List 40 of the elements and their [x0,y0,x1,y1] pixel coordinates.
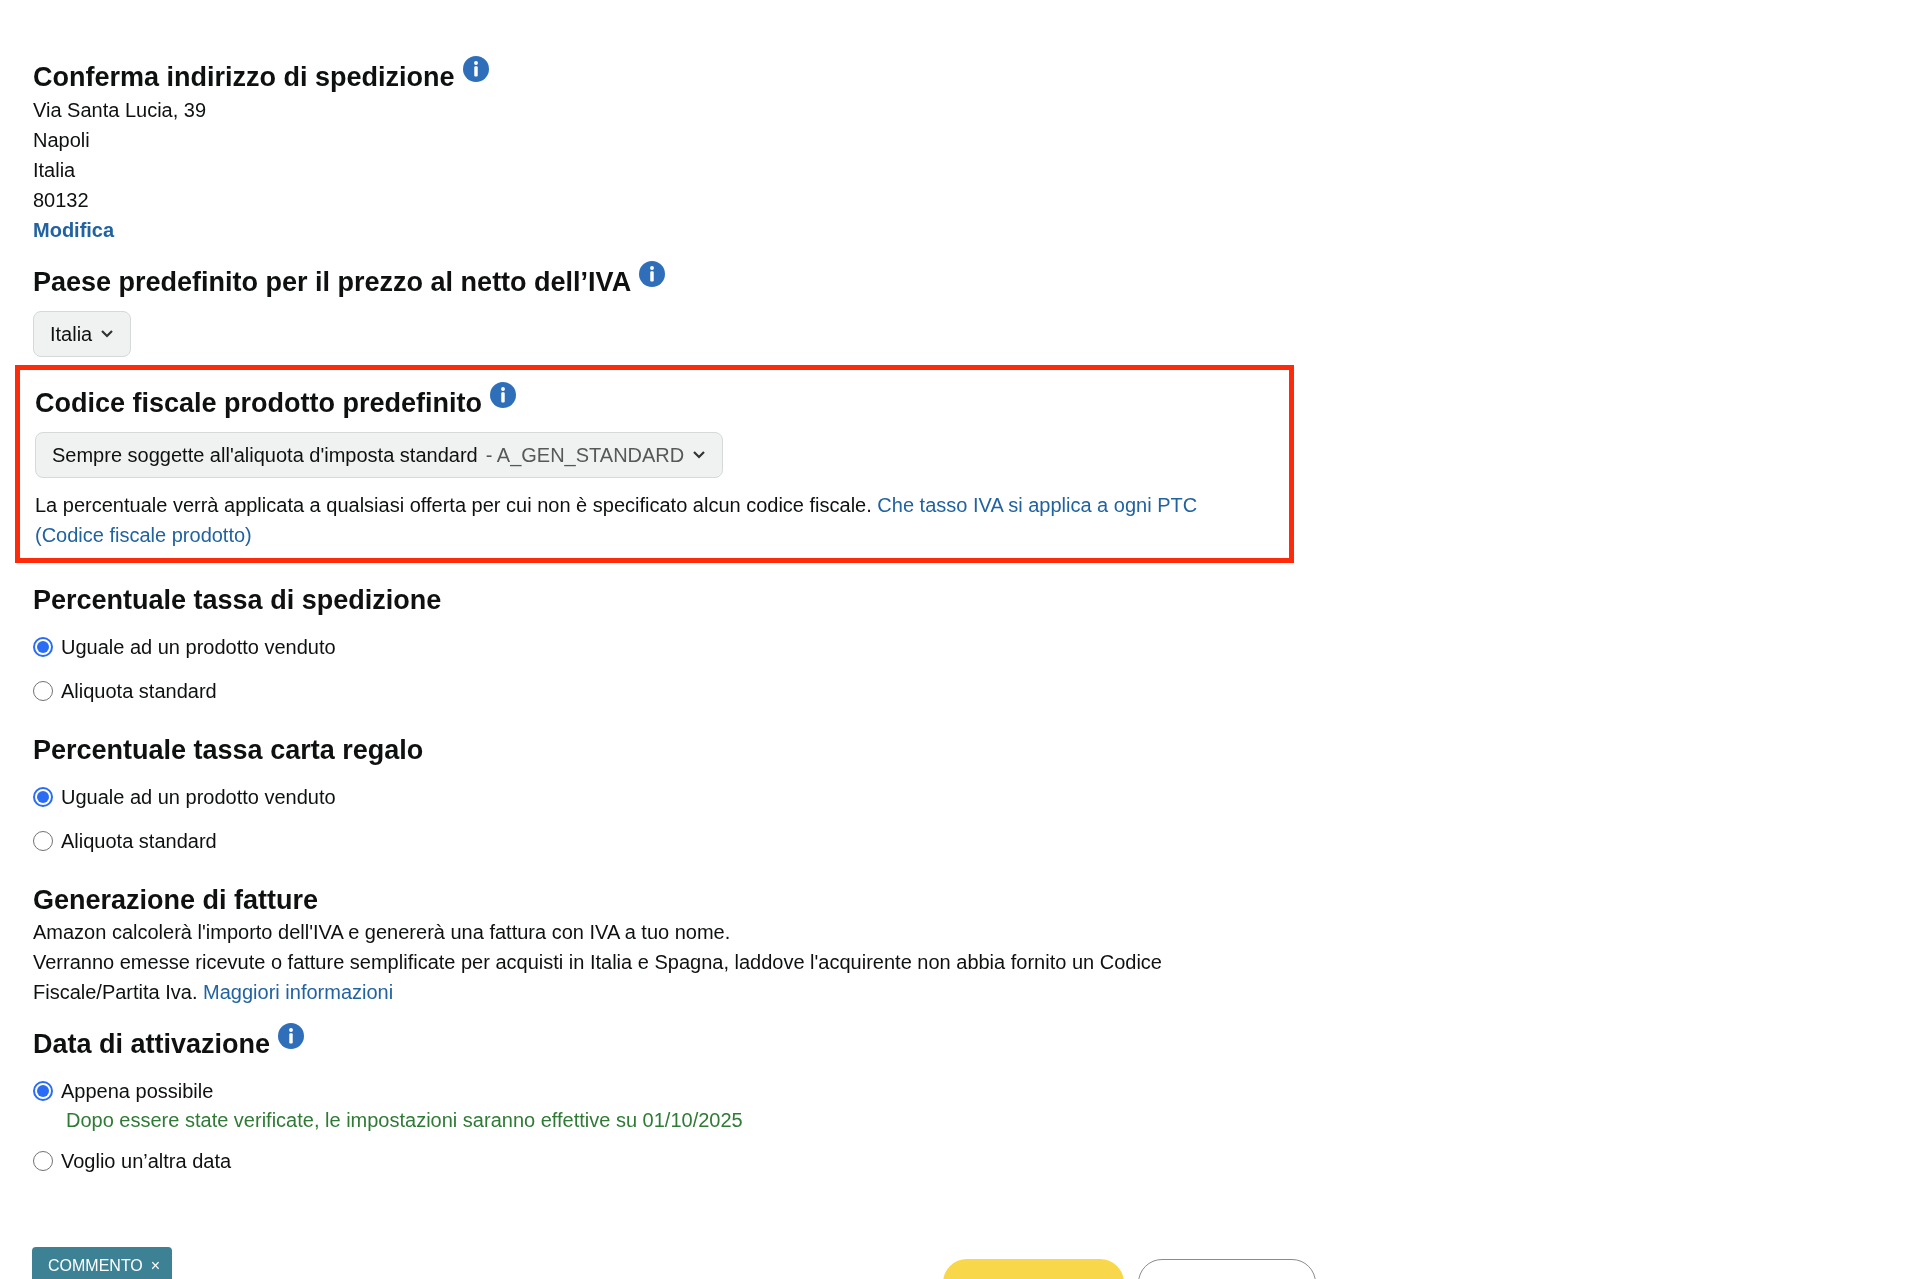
radio-label: Aliquota standard [61,679,217,704]
section-heading: Percentuale tassa di spedizione [33,584,442,617]
info-icon[interactable] [639,261,666,287]
edit-link[interactable]: Modifica [33,215,115,245]
radio-label: Uguale ad un prodotto venduto [61,635,336,660]
radio-label: Appena possibile [61,1079,214,1104]
address-line: Napoli [33,128,91,153]
radio-button[interactable] [33,1081,53,1101]
info-icon[interactable] [278,1023,305,1049]
help-link[interactable]: Che tasso IVA si applica a ogni PTC [877,494,1198,516]
radio-button[interactable] [33,681,53,701]
section-heading: Paese predefinito per il prezzo al netto dell’IVA [33,266,632,299]
section-heading: Percentuale tassa carta regalo [33,734,424,767]
body-text: Amazon calcolerà l'importo dell'IVA e genererà una fattura con IVA a tuo nome. [33,920,732,945]
help-link[interactable]: (Codice fiscale prodotto) [35,524,252,546]
comment-tag[interactable]: COMMENTO × [32,1247,172,1279]
radio-button[interactable] [33,1151,53,1171]
radio-button[interactable] [33,831,53,851]
more-info-link[interactable]: Maggiori informazioni [203,981,394,1003]
dropdown[interactable]: Sempre soggette all'aliquota d'imposta standard - A_GEN_STANDARD [35,432,724,478]
section-heading: Generazione di fatture [33,884,319,917]
address-line: Via Santa Lucia, 39 [33,98,208,123]
address-line: 80132 [33,188,90,213]
section-heading: Codice fiscale prodotto predefinito [35,387,483,420]
radio-label: Aliquota standard [61,829,217,854]
section-heading: Conferma indirizzo di spedizione [33,61,455,94]
dropdown[interactable]: Italia [33,311,132,357]
radio-button[interactable] [33,787,53,807]
description-text: La percentuale verrà applicata a qualsiasi offerta per cui non è specificato alcun codice fiscale. Che tasso IVA si applica a ogni PTC (Codice fiscale prodotto) [35,493,1199,548]
radio-label: Uguale ad un prodotto venduto [61,785,336,810]
radio-label: Voglio un’altra data [61,1149,232,1174]
radio-button[interactable] [33,637,53,657]
activation-hint: Dopo essere state verificate, le impostazioni saranno effettive su 01/10/2025 [66,1108,744,1133]
address-line: Italia [33,158,77,183]
section-heading: Data di attivazione [33,1028,271,1061]
chevron-down-icon [100,329,115,339]
info-icon[interactable] [490,382,517,408]
info-icon[interactable] [462,56,489,82]
body-text: Verranno emesse ricevute o fatture semplificate per acquisti in Italia e Spagna, laddove l'acquirente non abbia fornito un Codice Fiscale/Partita Iva. Maggiori informazioni [33,950,1163,1005]
chevron-down-icon [692,450,707,460]
